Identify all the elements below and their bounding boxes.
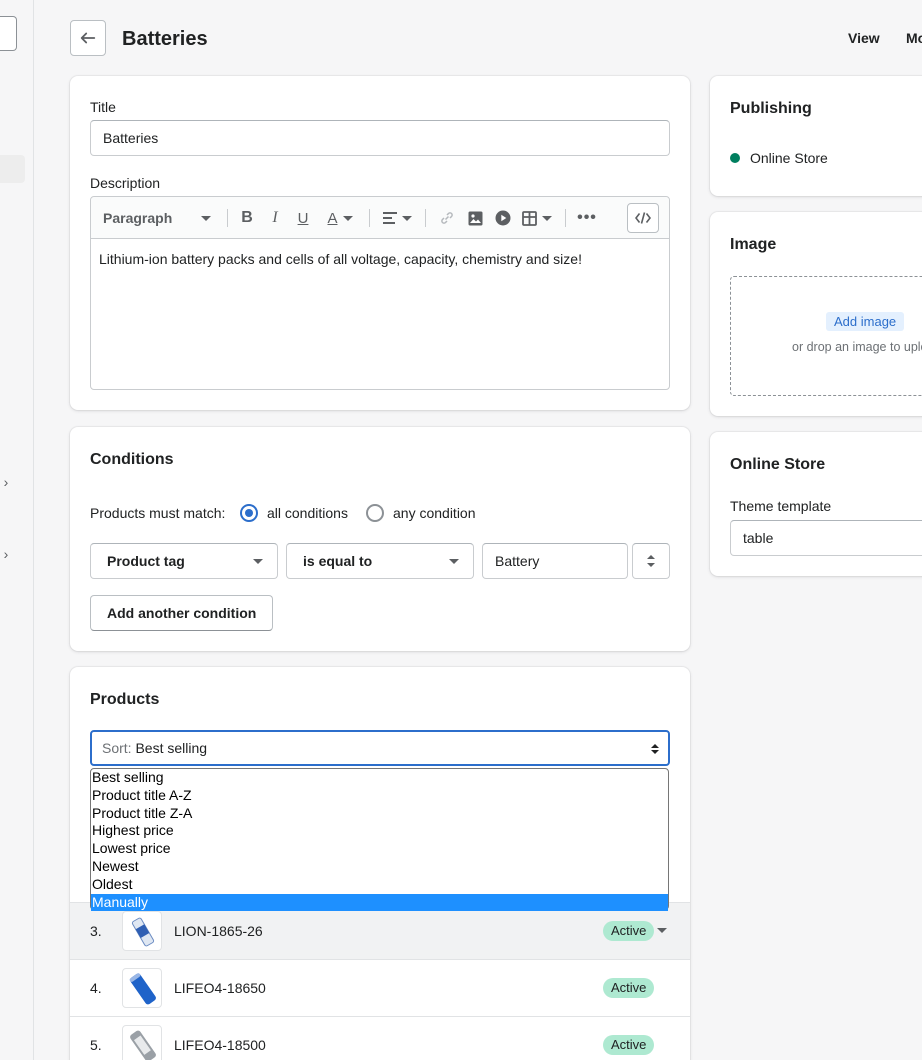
paragraph-format-label: Paragraph bbox=[103, 210, 173, 226]
online-store-card: Online Store Theme template table bbox=[710, 432, 922, 576]
product-thumbnail bbox=[122, 911, 162, 951]
italic-icon[interactable]: I bbox=[265, 197, 285, 239]
description-text: Lithium-ion battery packs and cells of a… bbox=[99, 251, 582, 267]
code-view-icon[interactable] bbox=[627, 203, 659, 233]
caret-down-icon bbox=[253, 559, 263, 564]
condition-operator-select[interactable]: is equal to bbox=[286, 543, 474, 579]
details-card: Title Batteries Description Paragraph B … bbox=[70, 76, 690, 410]
text-color-icon[interactable]: A bbox=[323, 197, 357, 239]
paragraph-format-select[interactable]: Paragraph bbox=[103, 197, 215, 239]
drop-image-hint: or drop an image to uplo bbox=[792, 340, 922, 354]
product-name[interactable]: LIFEO4-18500 bbox=[174, 1037, 266, 1053]
sort-option-highlighted[interactable]: Manually bbox=[91, 893, 668, 912]
caret-down-icon bbox=[201, 215, 211, 221]
any-condition-label: any condition bbox=[393, 505, 476, 521]
title-input[interactable]: Batteries bbox=[90, 120, 670, 156]
sort-option[interactable]: Oldest bbox=[91, 876, 668, 894]
description-editor[interactable]: Paragraph B I U A ••• Lithium-ion batter… bbox=[90, 196, 670, 390]
caret-down-icon[interactable] bbox=[657, 928, 667, 933]
sort-dropdown: Best selling Product title A-Z Product t… bbox=[90, 768, 669, 912]
sort-option[interactable]: Product title Z-A bbox=[91, 805, 668, 823]
table-row[interactable]: 4. LIFEO4-18650 Active bbox=[70, 959, 690, 1016]
condition-field-value: Product tag bbox=[107, 553, 185, 569]
back-button[interactable] bbox=[70, 20, 106, 56]
radio-all-conditions[interactable] bbox=[240, 504, 258, 522]
status-badge: Active bbox=[603, 978, 655, 998]
sort-prefix: Sort: bbox=[102, 740, 132, 756]
underline-icon[interactable]: U bbox=[293, 197, 313, 239]
publishing-title: Publishing bbox=[730, 100, 812, 117]
conditions-title: Conditions bbox=[90, 451, 174, 468]
add-condition-button[interactable]: Add another condition bbox=[90, 595, 274, 631]
all-conditions-label: all conditions bbox=[267, 505, 348, 521]
publishing-card: Publishing Online Store bbox=[710, 76, 922, 196]
toolbar-divider bbox=[565, 209, 566, 227]
add-image-button[interactable]: Add image bbox=[826, 312, 905, 331]
sort-option[interactable]: Lowest price bbox=[91, 840, 668, 858]
view-button[interactable]: View bbox=[848, 30, 880, 46]
image-title: Image bbox=[730, 236, 777, 253]
sort-value: Best selling bbox=[135, 740, 208, 756]
product-name[interactable]: LION-1865-26 bbox=[174, 923, 263, 939]
title-label: Title bbox=[90, 99, 116, 115]
conditions-card: Conditions Products must match: all cond… bbox=[70, 427, 690, 651]
product-name[interactable]: LIFEO4-18650 bbox=[174, 980, 266, 996]
toolbar-divider bbox=[227, 209, 228, 227]
theme-template-label: Theme template bbox=[730, 498, 832, 514]
status-badge: Active bbox=[603, 921, 655, 941]
link-icon[interactable] bbox=[435, 197, 459, 239]
row-number: 5. bbox=[90, 1037, 102, 1053]
more-horizontal-icon[interactable]: ••• bbox=[575, 197, 599, 239]
condition-value-input[interactable]: Battery bbox=[482, 543, 628, 579]
published-status-icon bbox=[730, 153, 740, 163]
bold-icon[interactable]: B bbox=[237, 197, 257, 239]
products-title: Products bbox=[90, 691, 160, 708]
select-arrows-icon bbox=[651, 744, 659, 754]
sort-select[interactable]: Sort: Best selling bbox=[90, 730, 670, 766]
product-thumbnail bbox=[122, 968, 162, 1008]
sort-option[interactable]: Product title A-Z bbox=[91, 787, 668, 805]
sort-option[interactable]: Best selling bbox=[91, 769, 668, 787]
align-left-icon[interactable] bbox=[379, 197, 415, 239]
description-label: Description bbox=[90, 175, 161, 191]
caret-down-icon bbox=[449, 559, 459, 564]
status-badge: Active bbox=[603, 1035, 655, 1055]
select-arrows-icon bbox=[647, 555, 655, 567]
video-icon[interactable] bbox=[491, 197, 515, 239]
radio-any-condition[interactable] bbox=[366, 504, 384, 522]
image-icon[interactable] bbox=[463, 197, 487, 239]
table-icon[interactable] bbox=[519, 197, 555, 239]
page-title: Batteries bbox=[122, 28, 208, 50]
image-dropzone[interactable]: Add image or drop an image to uplo bbox=[730, 276, 922, 396]
toolbar-divider bbox=[425, 209, 426, 227]
theme-template-select[interactable]: table bbox=[730, 520, 922, 556]
table-row[interactable]: 5. LIFEO4-18500 Active bbox=[70, 1016, 690, 1060]
online-store-title: Online Store bbox=[730, 456, 826, 473]
toolbar-divider bbox=[369, 209, 370, 227]
arrow-left-icon bbox=[80, 32, 96, 44]
image-card: Image Add image or drop an image to uplo bbox=[710, 212, 922, 416]
sidebar-item-active[interactable] bbox=[0, 155, 25, 183]
more-actions-button[interactable]: Mo bbox=[906, 30, 922, 46]
condition-field-select[interactable]: Product tag bbox=[90, 543, 278, 579]
sales-channel-name: Online Store bbox=[750, 150, 828, 166]
product-thumbnail bbox=[122, 1025, 162, 1060]
chevron-right-icon[interactable]: › bbox=[0, 474, 12, 490]
condition-stepper[interactable] bbox=[632, 543, 670, 579]
sidebar-search-box[interactable] bbox=[0, 16, 17, 51]
row-number: 3. bbox=[90, 923, 102, 939]
sort-option[interactable]: Highest price bbox=[91, 822, 668, 840]
row-number: 4. bbox=[90, 980, 102, 996]
match-label: Products must match: bbox=[90, 505, 226, 521]
sort-option[interactable]: Newest bbox=[91, 858, 668, 876]
sidebar: › › bbox=[0, 0, 34, 1060]
condition-operator-value: is equal to bbox=[303, 553, 373, 569]
chevron-right-icon[interactable]: › bbox=[0, 546, 12, 562]
editor-toolbar: Paragraph B I U A ••• bbox=[91, 197, 669, 239]
